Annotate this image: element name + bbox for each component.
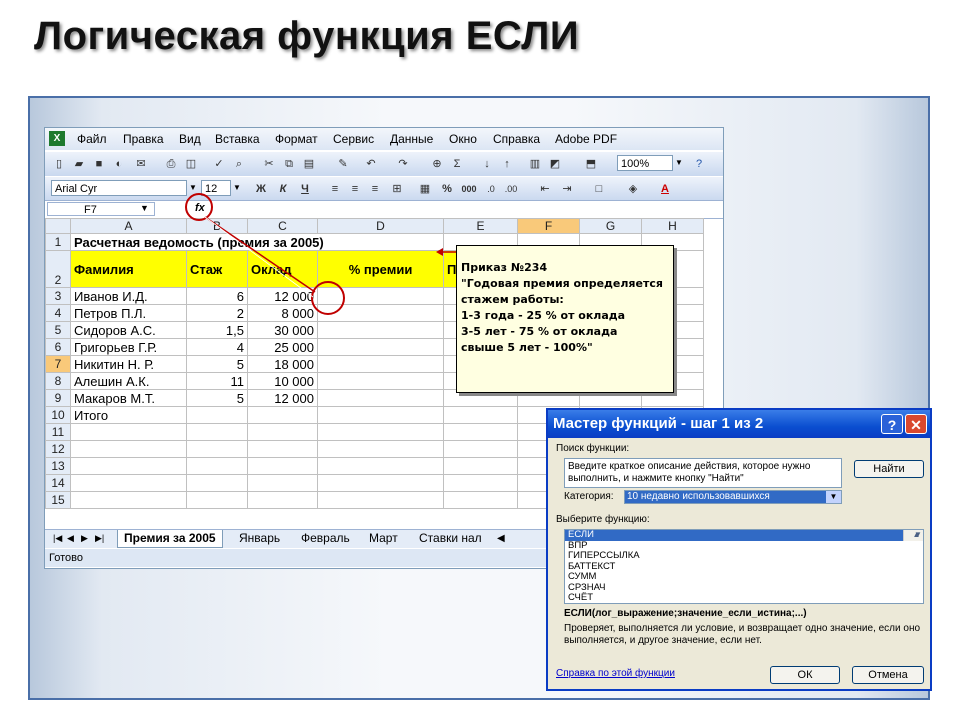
cancel-button[interactable]: Отмена — [852, 666, 924, 684]
function-description: Проверяет, выполняется ли условие, и воз… — [564, 623, 921, 646]
note-line: стажем работы: — [461, 293, 564, 306]
callout-line — [204, 216, 314, 298]
find-button[interactable]: Найти — [854, 460, 924, 478]
note-line: 1-3 года - 25 % от оклада — [461, 309, 626, 322]
cell-highlight-circle — [311, 281, 345, 315]
function-wizard-dialog: Мастер функций - шаг 1 из 2 ? ✕ Поиск фу… — [546, 408, 932, 691]
note-line: "Годовая премия определяется — [461, 277, 663, 290]
help-link[interactable]: Справка по этой функции — [556, 668, 675, 679]
list-item[interactable]: ЕСЛИ — [565, 530, 923, 541]
choose-function-label: Выберите функцию: — [556, 514, 650, 525]
scroll-down-icon: ▼ — [914, 530, 922, 539]
category-label: Категория: — [564, 491, 614, 502]
dialog-title: Мастер функций - шаг 1 из 2 — [548, 410, 930, 438]
function-signature: ЕСЛИ(лог_выражение;значение_если_истина;… — [564, 608, 807, 619]
list-item[interactable]: ГИПЕРССЫЛКА — [565, 550, 923, 562]
note-line: Приказ №234 — [461, 261, 548, 274]
search-input[interactable]: Введите краткое описание действия, котор… — [564, 458, 842, 488]
note-line: свыше 5 лет - 100%" — [461, 341, 593, 354]
function-list[interactable]: ЕСЛИ ВПР ГИПЕРССЫЛКА БАТТЕКСТ СУММ СРЗНА… — [564, 529, 924, 604]
category-select[interactable]: 10 недавно использовавшихся — [624, 490, 842, 504]
search-label: Поиск функции: — [556, 443, 630, 454]
list-item[interactable]: СЧЁТ — [565, 592, 923, 603]
callout-line — [204, 216, 316, 293]
ok-button[interactable]: ОК — [770, 666, 840, 684]
help-button[interactable]: ? — [881, 414, 903, 434]
list-scrollbar[interactable]: ▲ ▼ — [903, 530, 923, 541]
list-item[interactable]: СРЗНАЧ — [565, 582, 923, 594]
list-item[interactable]: БАТТЕКСТ — [565, 561, 923, 573]
fx-highlight-circle — [185, 193, 213, 221]
note-arrow-head — [436, 248, 443, 256]
note-line: 3-5 лет - 75 % от оклада — [461, 325, 618, 338]
list-item[interactable]: СУММ — [565, 571, 923, 583]
close-button[interactable]: ✕ — [905, 414, 927, 434]
chevron-down-icon[interactable]: ▼ — [826, 491, 841, 503]
cell-comment-note: Приказ №234 "Годовая премия определяется… — [456, 245, 674, 393]
